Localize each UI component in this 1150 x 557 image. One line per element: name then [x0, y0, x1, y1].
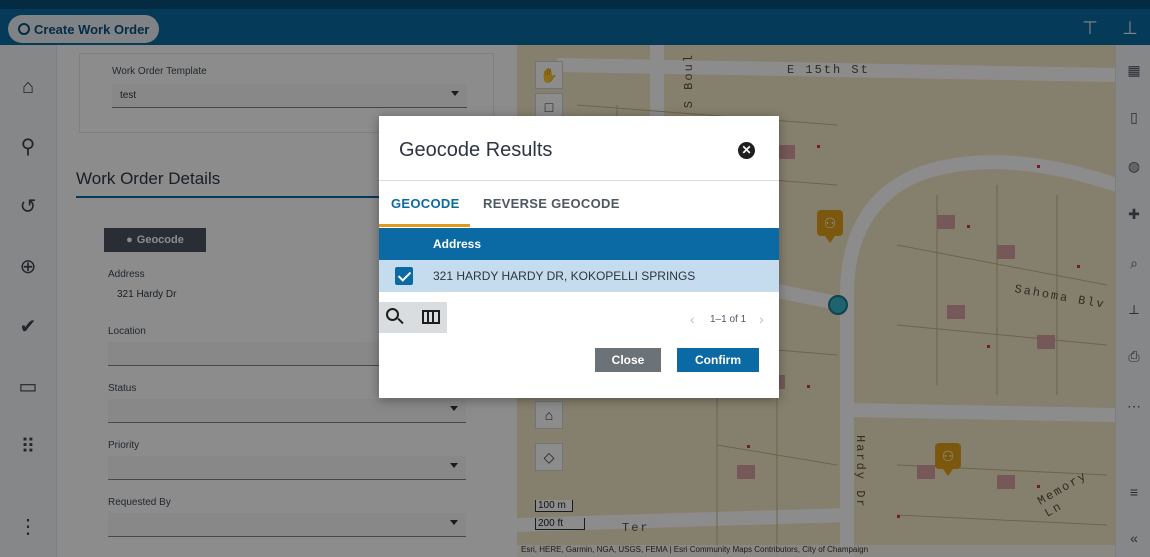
- pagination-text: 1–1 of 1: [710, 314, 747, 325]
- table-tools: [379, 302, 447, 333]
- columns-icon[interactable]: [422, 310, 440, 324]
- column-header-address[interactable]: Address: [433, 237, 481, 251]
- active-tab-indicator: [379, 224, 470, 227]
- tab-geocode[interactable]: GEOCODE: [391, 196, 460, 211]
- search-icon[interactable]: [385, 307, 405, 327]
- confirm-button[interactable]: Confirm: [677, 348, 759, 372]
- dialog-divider: [379, 180, 779, 181]
- tab-reverse-geocode[interactable]: REVERSE GEOCODE: [483, 196, 620, 211]
- close-icon[interactable]: ✕: [738, 142, 755, 159]
- close-button[interactable]: Close: [595, 348, 661, 372]
- table-row[interactable]: 321 HARDY HARDY DR, KOKOPELLI SPRINGS: [379, 260, 779, 292]
- row-checkbox[interactable]: [395, 267, 413, 285]
- chevron-left-icon[interactable]: ‹: [690, 311, 695, 327]
- geocode-results-dialog: Geocode Results ✕ GEOCODE REVERSE GEOCOD…: [379, 116, 779, 398]
- row-address: 321 HARDY HARDY DR, KOKOPELLI SPRINGS: [433, 269, 696, 283]
- chevron-right-icon[interactable]: ›: [759, 311, 764, 327]
- results-table-header: Address: [379, 228, 779, 260]
- dialog-title: Geocode Results: [399, 139, 553, 161]
